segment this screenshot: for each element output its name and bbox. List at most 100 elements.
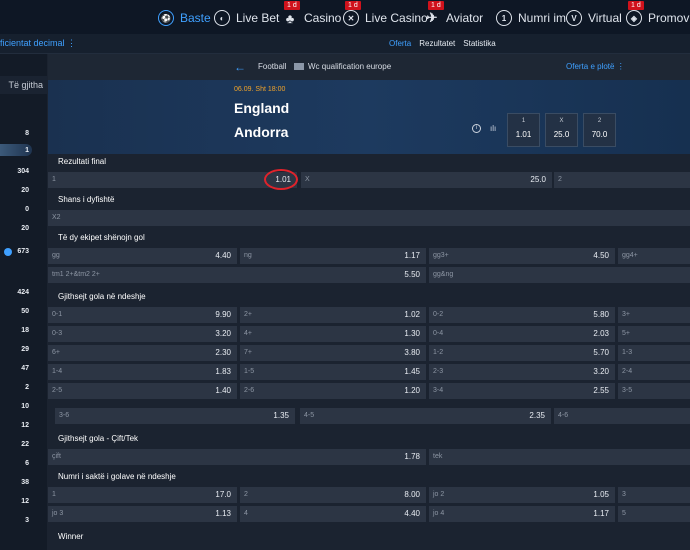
sidebar-count[interactable]: 29 [21,346,29,353]
odds-cell[interactable]: 4 4.40 [240,506,426,522]
odds-cell[interactable]: gg4+ [618,248,690,264]
odds-cell[interactable]: 3 [618,487,690,503]
sidebar-count[interactable]: 10 [21,403,29,410]
odds-cell[interactable]: 2+ 1.02 [240,307,426,323]
odds-cell[interactable]: 2-6 1.20 [240,383,426,399]
sidebar-count[interactable]: 22 [21,441,29,448]
odds-cell[interactable]: jo 3 1.13 [48,506,237,522]
live-casino-icon: ✕ [343,10,359,26]
sidebar-count[interactable]: 8 [25,130,29,137]
plane-icon: ✈ [426,10,438,25]
sidebar-count[interactable]: 20 [21,225,29,232]
nav-aviator[interactable]: 1 d ✈ Aviator [424,1,483,27]
sidebar-count[interactable]: 424 [17,289,29,296]
odd-home[interactable]: 1 1.01 [507,113,540,147]
odds-cell[interactable]: 1 1.01 [48,172,297,188]
odds-cell[interactable]: jo 2 1.05 [429,487,615,503]
odds-cell[interactable]: X2 [48,210,690,226]
odds-cell[interactable]: 2 [554,172,690,188]
sidebar-count[interactable]: 12 [21,422,29,429]
nav-live-bet[interactable]: ◐ Live Bet [214,9,279,27]
info-icon[interactable]: i [472,124,481,133]
odds-cell[interactable]: gg&ng [429,267,690,283]
odds-cell[interactable]: 2-3 3.20 [429,364,615,380]
odds-cell[interactable]: tm1 2+&tm2 2+ 5.50 [48,267,426,283]
subnav-rezultatet[interactable]: Rezultatet [419,39,455,48]
odd-draw[interactable]: X 25.0 [545,113,578,147]
odds-value: 3.80 [404,348,420,357]
sidebar-count[interactable]: 304 [17,168,29,175]
odds-cell[interactable]: ng 1.17 [240,248,426,264]
number-icon: 1 [496,10,512,26]
nav-baste[interactable]: ⚽ Baste [158,9,211,27]
nav-virtual[interactable]: V Virtual [566,9,622,27]
odds-cell[interactable]: 1-4 1.83 [48,364,237,380]
odds-outcome-label: 7+ [244,349,252,356]
sports-sidebar: Të gjitha 8 1 304 20 0 20 673 424 50 18 … [0,54,47,550]
odds-outcome-label: 6+ [52,349,60,356]
sidebar-count[interactable]: 50 [21,308,29,315]
odds-cell[interactable]: X 25.0 [301,172,552,188]
odds-cell[interactable]: gg3+ 4.50 [429,248,615,264]
sidebar-count[interactable]: 0 [25,206,29,213]
nav-promovime[interactable]: 1 d ◈ Promovime [626,1,690,27]
odds-cell[interactable]: 2 8.00 [240,487,426,503]
odds-value: 2.35 [529,411,545,420]
odds-cell[interactable]: 7+ 3.80 [240,345,426,361]
sidebar-count[interactable]: 6 [25,460,29,467]
nav-label: Baste [180,11,211,25]
odds-format-selector[interactable]: ficientat decimal ⋮ [0,38,76,49]
stats-icon[interactable]: ılı [490,124,496,133]
sidebar-count[interactable]: 1 [25,147,29,154]
odds-cell[interactable]: 5+ [618,326,690,342]
full-offer-link[interactable]: Oferta e plotë ⋮ [566,62,625,71]
odds-cell[interactable]: 0-3 3.20 [48,326,237,342]
odd-label: X [559,118,564,124]
odds-cell[interactable]: 2-5 1.40 [48,383,237,399]
sidebar-all[interactable]: Të gjitha [0,76,47,94]
odds-cell[interactable]: gg 4.40 [48,248,237,264]
odds-outcome-label: 4+ [244,330,252,337]
odds-cell[interactable]: 3+ [618,307,690,323]
odds-cell[interactable]: 2-4 [618,364,690,380]
odds-cell[interactable]: 0-1 9.90 [48,307,237,323]
sidebar-count[interactable]: 38 [21,479,29,486]
top-navigation: ⚽ Baste ◐ Live Bet 1 d ♣ Casino 1 d ✕ Li… [0,0,690,34]
subnav-oferta[interactable]: Oferta [389,39,411,48]
odds-cell[interactable]: 5 [618,506,690,522]
nav-live-casino[interactable]: 1 d ✕ Live Casino [343,1,428,27]
odds-cell[interactable]: jo 4 1.17 [429,506,615,522]
sidebar-count[interactable]: 20 [21,187,29,194]
odds-cell[interactable]: 6+ 2.30 [48,345,237,361]
odds-cell[interactable]: 0-2 5.80 [429,307,615,323]
odds-cell[interactable]: 4+ 1.30 [240,326,426,342]
sidebar-count[interactable]: 3 [25,517,29,524]
sidebar-count[interactable]: 2 [25,384,29,391]
virtual-icon: V [566,10,582,26]
sidebar-count[interactable]: 673 [17,248,29,255]
odds-value: 1.40 [215,386,231,395]
odds-cell[interactable]: 4-5 2.35 [300,408,551,424]
odd-away[interactable]: 2 70.0 [583,113,616,147]
subnav-statistika[interactable]: Statistika [463,39,495,48]
breadcrumb-league[interactable]: Wc qualification europe [308,62,391,71]
breadcrumb-sport[interactable]: Football [258,62,286,71]
odds-cell[interactable]: 3-4 2.55 [429,383,615,399]
odds-cell[interactable]: 1 17.0 [48,487,237,503]
odds-cell[interactable]: çift 1.78 [48,449,426,465]
odds-value: 9.90 [215,310,231,319]
odds-cell[interactable]: 3-5 [618,383,690,399]
odds-cell[interactable]: 1-2 5.70 [429,345,615,361]
odds-cell[interactable]: 0-4 2.03 [429,326,615,342]
odds-cell[interactable]: 1-5 1.45 [240,364,426,380]
sidebar-count[interactable]: 47 [21,365,29,372]
sidebar-count[interactable]: 12 [21,498,29,505]
nav-casino[interactable]: 1 d ♣ Casino [282,1,341,27]
odds-cell[interactable]: 1-3 [618,345,690,361]
sidebar-count[interactable]: 18 [21,327,29,334]
back-arrow-icon[interactable]: ← [234,60,246,74]
nav-numri-im[interactable]: 1 Numri im [496,9,566,27]
odds-cell[interactable]: 3-6 1.35 [55,408,295,424]
odds-cell[interactable]: tek [429,449,690,465]
odds-cell[interactable]: 4-6 [554,408,690,424]
